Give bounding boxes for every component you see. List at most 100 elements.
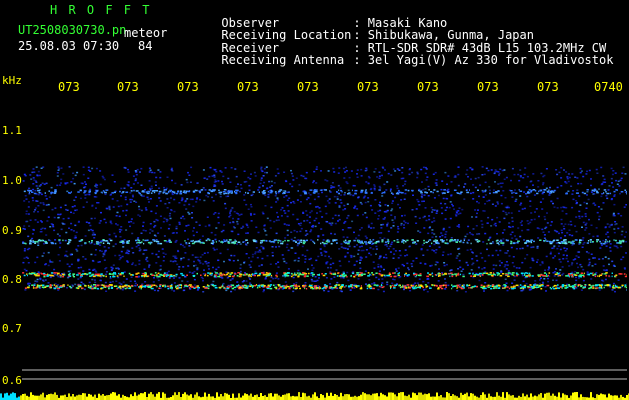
noise-speck bbox=[527, 222, 530, 225]
noise-speck bbox=[375, 248, 378, 250]
noise-speck bbox=[333, 171, 336, 173]
noise-speck bbox=[588, 169, 591, 172]
noise-speck bbox=[400, 224, 403, 226]
signal-speck bbox=[297, 190, 299, 192]
signal-speck bbox=[470, 275, 473, 277]
noise-speck bbox=[118, 228, 121, 231]
noise-speck bbox=[481, 166, 484, 168]
noise-speck bbox=[331, 182, 334, 184]
noise-speck bbox=[88, 281, 91, 284]
signal-speck bbox=[575, 274, 578, 276]
noise-speck bbox=[23, 225, 26, 227]
noise-speck bbox=[346, 248, 349, 250]
noise-speck bbox=[275, 219, 278, 222]
signal-speck bbox=[87, 284, 90, 287]
noise-speck bbox=[521, 220, 523, 222]
signal-speck bbox=[90, 284, 92, 287]
noise-speck bbox=[568, 229, 571, 231]
noise-speck bbox=[532, 259, 535, 262]
noise-speck bbox=[528, 289, 531, 291]
noise-speck bbox=[315, 168, 318, 170]
noise-speck bbox=[561, 274, 564, 276]
signal-speck bbox=[530, 284, 532, 286]
signal-speck bbox=[345, 285, 347, 287]
level-bar bbox=[26, 395, 28, 400]
noise-speck bbox=[23, 250, 26, 252]
noise-speck bbox=[541, 208, 544, 210]
signal-speck bbox=[462, 275, 465, 278]
signal-speck bbox=[266, 286, 269, 288]
signal-speck bbox=[69, 275, 72, 277]
signal-speck bbox=[334, 286, 337, 288]
noise-speck bbox=[584, 215, 587, 218]
signal-speck bbox=[511, 273, 513, 276]
level-bar bbox=[282, 394, 284, 400]
signal-speck bbox=[27, 286, 30, 289]
signal-speck bbox=[320, 242, 322, 245]
noise-speck bbox=[159, 268, 162, 271]
signal-speck bbox=[593, 190, 596, 192]
noise-speck bbox=[215, 170, 218, 173]
noise-speck bbox=[428, 218, 431, 221]
signal-speck bbox=[496, 274, 499, 276]
noise-speck bbox=[387, 172, 390, 175]
noise-speck bbox=[424, 166, 427, 169]
signal-speck bbox=[205, 287, 208, 289]
noise-speck bbox=[586, 170, 588, 173]
signal-speck bbox=[91, 287, 94, 290]
noise-speck bbox=[472, 262, 475, 264]
noise-speck bbox=[172, 277, 175, 279]
level-bar bbox=[422, 394, 424, 400]
noise-speck bbox=[89, 188, 92, 191]
signal-speck bbox=[167, 287, 170, 290]
signal-speck bbox=[275, 274, 278, 277]
signal-speck bbox=[230, 272, 234, 274]
level-bar bbox=[380, 392, 382, 400]
level-bar bbox=[512, 395, 514, 400]
noise-speck bbox=[578, 251, 581, 253]
signal-speck bbox=[48, 239, 50, 241]
signal-speck bbox=[364, 241, 367, 243]
signal-speck bbox=[511, 287, 515, 290]
signal-speck bbox=[401, 239, 403, 241]
signal-speck bbox=[253, 274, 256, 277]
level-bar bbox=[262, 396, 264, 400]
noise-speck bbox=[32, 168, 35, 170]
signal-speck bbox=[128, 287, 132, 290]
noise-speck bbox=[401, 167, 404, 169]
noise-speck bbox=[499, 264, 501, 267]
signal-speck bbox=[202, 286, 205, 288]
noise-speck bbox=[369, 204, 372, 207]
noise-speck bbox=[598, 218, 600, 221]
noise-speck bbox=[505, 268, 508, 270]
signal-speck bbox=[589, 272, 593, 275]
signal-speck bbox=[577, 284, 579, 287]
signal-speck bbox=[79, 189, 82, 192]
level-bar bbox=[616, 395, 618, 400]
signal-speck bbox=[606, 284, 610, 287]
signal-speck bbox=[411, 189, 414, 192]
noise-speck bbox=[120, 205, 123, 207]
level-bar bbox=[548, 392, 550, 400]
noise-speck bbox=[326, 200, 329, 202]
level-bar bbox=[216, 392, 218, 400]
noise-speck bbox=[463, 198, 466, 200]
noise-speck bbox=[155, 205, 158, 207]
noise-speck bbox=[168, 277, 171, 279]
noise-speck bbox=[394, 250, 397, 252]
signal-speck bbox=[26, 273, 28, 275]
noise-speck bbox=[602, 239, 605, 242]
noise-speck bbox=[260, 177, 263, 179]
signal-speck bbox=[330, 242, 333, 245]
noise-speck bbox=[410, 263, 413, 265]
noise-speck bbox=[67, 217, 70, 220]
noise-speck bbox=[427, 282, 430, 284]
noise-speck bbox=[177, 249, 179, 252]
noise-speck bbox=[34, 207, 37, 209]
noise-speck bbox=[82, 270, 85, 272]
noise-speck bbox=[381, 166, 384, 168]
noise-speck bbox=[187, 258, 190, 261]
noise-speck bbox=[394, 217, 396, 220]
noise-speck bbox=[620, 258, 623, 261]
noise-speck bbox=[427, 185, 430, 188]
